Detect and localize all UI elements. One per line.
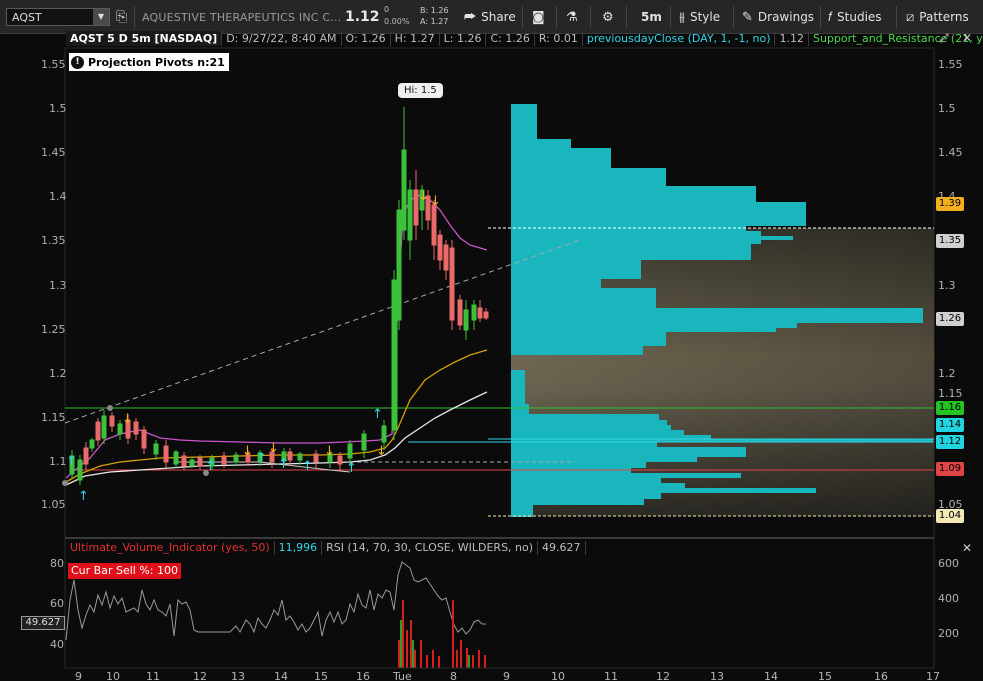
y-tick-right: 1.15 [938, 387, 963, 400]
y-tick-left: 1.15 [41, 411, 66, 424]
x-tick: 9 [503, 670, 510, 681]
y-tick-left: 1.55 [41, 58, 66, 71]
svg-text:↑: ↑ [372, 407, 383, 422]
x-tick: Tue [393, 670, 412, 681]
high-bubble: Hi: 1.5 [398, 83, 443, 98]
x-tick: 12 [193, 670, 207, 681]
y-tick-right: 1.55 [938, 58, 963, 71]
svg-text:↓: ↓ [242, 444, 253, 459]
y-tick-left: 1.3 [49, 279, 67, 292]
svg-text:↓: ↓ [268, 441, 279, 456]
x-tick: 16 [874, 670, 888, 681]
svg-text:↑: ↑ [302, 459, 313, 474]
x-tick: 11 [604, 670, 618, 681]
x-tick: 13 [231, 670, 245, 681]
x-tick: 8 [450, 670, 457, 681]
volume-tick: 400 [938, 592, 959, 605]
svg-text:↓: ↓ [324, 444, 335, 459]
svg-text:↑: ↑ [66, 454, 77, 469]
study-rsi-value: 49.627 [538, 541, 586, 555]
rsi-tick: 40 [50, 638, 64, 651]
y-tick-left: 1.5 [49, 102, 67, 115]
cur-bar-sell-label: Cur Bar Sell %: 100 [68, 563, 181, 579]
x-tick: 14 [274, 670, 288, 681]
svg-text:↑: ↑ [346, 461, 357, 476]
price-badge-1.04: 1.04 [936, 509, 964, 523]
y-tick-left: 1.25 [41, 323, 66, 336]
price-badge-1.09: 1.09 [936, 462, 964, 476]
lower-pane-header: Ultimate_Volume_Indicator (yes, 50) 11,9… [66, 540, 586, 556]
price-badge-1.14: 1.14 [936, 418, 964, 432]
alert-icon: ! [71, 55, 84, 69]
svg-text:↑: ↑ [256, 451, 267, 466]
y-tick-left: 1.05 [41, 498, 66, 511]
y-tick-right: 1.3 [938, 279, 956, 292]
svg-text:↑: ↑ [278, 457, 289, 472]
chart-header: AQST 5 D 5m [NASDAQ] D: 9/27/22, 8:40 AM… [66, 30, 983, 47]
x-tick: 14 [764, 670, 778, 681]
x-tick: 13 [710, 670, 724, 681]
svg-text:↓: ↓ [122, 412, 133, 427]
study-uvi-value: 11,996 [275, 541, 323, 555]
study-uvi[interactable]: Ultimate_Volume_Indicator (yes, 50) [66, 541, 275, 555]
close-icon[interactable]: ✕ [962, 31, 972, 45]
y-tick-right: 1.5 [938, 102, 956, 115]
x-tick: 15 [818, 670, 832, 681]
bar-open: O: 1.26 [342, 31, 391, 46]
y-tick-left: 1.2 [49, 367, 67, 380]
x-tick: 12 [656, 670, 670, 681]
x-tick: 15 [314, 670, 328, 681]
bar-low: L: 1.26 [440, 31, 487, 46]
study-rsi[interactable]: RSI (14, 70, 30, CLOSE, WILDERS, no) [322, 541, 539, 555]
pivot-dot [107, 405, 113, 411]
expand-icon[interactable]: ⤢ [939, 31, 949, 46]
study-prev-close[interactable]: previousdayClose (DAY, 1, -1, no) [583, 31, 776, 46]
lower-pane [64, 537, 935, 669]
y-tick-left: 1.1 [49, 455, 67, 468]
pivots-text: Projection Pivots n:21 [88, 55, 225, 69]
svg-text:↓: ↓ [376, 444, 387, 459]
price-badge-1.35: 1.35 [936, 234, 964, 248]
rsi-tick: 80 [50, 557, 64, 570]
pivot-dot [62, 480, 68, 486]
study-prev-close-value: 1.12 [775, 31, 809, 46]
svg-text:↑: ↑ [78, 489, 89, 504]
volume-tick: 600 [938, 557, 959, 570]
pivot-dot [203, 470, 209, 476]
x-tick: 17 [926, 670, 940, 681]
close-icon[interactable]: ✕ [962, 541, 972, 555]
y-tick-right: 1.2 [938, 367, 956, 380]
bar-date: D: 9/27/22, 8:40 AM [222, 31, 342, 46]
price-badge-1.16: 1.16 [936, 401, 964, 415]
projection-pivots-label: ! Projection Pivots n:21 [69, 53, 229, 71]
x-tick: 10 [106, 670, 120, 681]
chart-title[interactable]: AQST 5 D 5m [NASDAQ] [66, 31, 223, 46]
y-tick-right: 1.45 [938, 146, 963, 159]
x-tick: 9 [75, 670, 82, 681]
svg-text:↓: ↓ [418, 189, 429, 204]
bar-high: H: 1.27 [391, 31, 440, 46]
price-badge-1.12: 1.12 [936, 435, 964, 449]
bar-close: C: 1.26 [486, 31, 535, 46]
price-badge-1.39: 1.39 [936, 197, 964, 211]
study-support-resistance[interactable]: Support_and_Resistance (21, yes,... [809, 31, 983, 46]
y-tick-left: 1.35 [41, 234, 66, 247]
y-tick-left: 1.4 [49, 190, 67, 203]
x-tick: 16 [356, 670, 370, 681]
rsi-tick: 60 [50, 597, 64, 610]
price-badge-1.26: 1.26 [936, 312, 964, 326]
y-tick-left: 1.45 [41, 146, 66, 159]
svg-text:↓: ↓ [430, 194, 441, 209]
x-tick: 11 [146, 670, 160, 681]
bar-range: R: 0.01 [535, 31, 583, 46]
rsi-value-badge: 49.627 [21, 616, 65, 630]
volume-tick: 200 [938, 627, 959, 640]
x-tick: 10 [551, 670, 565, 681]
